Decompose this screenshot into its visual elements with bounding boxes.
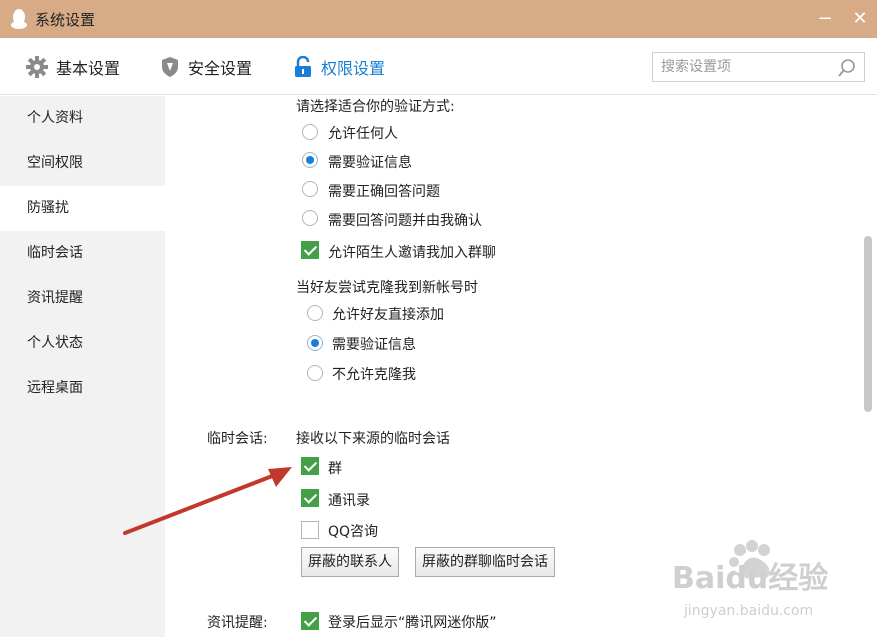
sidebar-item-news[interactable]: 资讯提醒: [0, 276, 165, 321]
qq-penguin-icon: [11, 9, 27, 29]
baidu-watermark-logo: Baidu经验 jingyan.baidu.com: [672, 540, 828, 619]
search-box[interactable]: [652, 52, 865, 82]
blocked-group-chats-button[interactable]: 屏蔽的群聊临时会话: [415, 547, 555, 577]
tab-label: 安全设置: [188, 58, 253, 78]
verification-heading: 请选择适合你的验证方式:: [296, 99, 455, 115]
checkbox-label: 登录后显示“腾讯网迷你版”: [328, 615, 497, 631]
radio-label: 允许好友直接添加: [332, 307, 444, 323]
radio-disallow-clone[interactable]: [307, 365, 323, 381]
radio-clone-verification[interactable]: [307, 335, 323, 351]
radio-correct-answer[interactable]: [302, 181, 318, 197]
radio-need-verification[interactable]: [302, 152, 318, 168]
sidebar-item-status[interactable]: 个人状态: [0, 321, 165, 366]
scrollbar-thumb[interactable]: [864, 236, 872, 412]
checkbox-label: 群: [328, 461, 342, 477]
tab-basic-settings[interactable]: 基本设置: [26, 38, 120, 95]
shield-icon: [162, 56, 178, 77]
search-icon[interactable]: [836, 57, 858, 79]
sidebar-item-space[interactable]: 空间权限: [0, 141, 165, 186]
lock-icon: [295, 55, 311, 77]
radio-label: 需要验证信息: [328, 155, 412, 171]
checkbox-allow-group-invite[interactable]: [301, 241, 319, 259]
sidebar-item-temp-session[interactable]: 临时会话: [0, 231, 165, 276]
annotation-arrow: [123, 467, 292, 535]
clone-heading: 当好友尝试克隆我到新帐号时: [296, 280, 478, 296]
radio-allow-anyone[interactable]: [302, 124, 318, 140]
tab-label: 基本设置: [56, 58, 121, 78]
news-label: 资讯提醒:: [207, 615, 268, 631]
radio-answer-and-confirm[interactable]: [302, 210, 318, 226]
watermark-title: Baidu经验: [672, 561, 828, 596]
radio-label: 不允许克隆我: [332, 367, 416, 383]
radio-label: 允许任何人: [328, 126, 398, 142]
blocked-contacts-button[interactable]: 屏蔽的联系人: [301, 547, 399, 577]
tab-security-settings[interactable]: 安全设置: [160, 38, 252, 95]
sidebar: 个人资料 空间权限 防骚扰 临时会话 资讯提醒 个人状态 远程桌面: [0, 96, 165, 637]
radio-allow-clone[interactable]: [307, 305, 323, 321]
title-bar: 系统设置 − ✕: [0, 0, 877, 38]
checkbox-label: 允许陌生人邀请我加入群聊: [328, 245, 496, 261]
gear-icon: [26, 55, 48, 78]
checkbox-label: 通讯录: [328, 493, 370, 509]
tab-label: 权限设置: [321, 58, 386, 78]
radio-label: 需要验证信息: [332, 337, 416, 353]
tab-permission-settings[interactable]: 权限设置: [293, 38, 385, 95]
checkbox-show-mini-news[interactable]: [301, 612, 319, 630]
checkbox-label: QQ咨询: [328, 524, 379, 540]
window-title: 系统设置: [35, 11, 96, 29]
radio-label: 需要正确回答问题: [328, 184, 440, 200]
minimize-button[interactable]: −: [813, 7, 837, 31]
temp-session-heading: 接收以下来源的临时会话: [296, 431, 450, 447]
sidebar-item-remote-desktop[interactable]: 远程桌面: [0, 366, 165, 411]
sidebar-item-profile[interactable]: 个人资料: [0, 96, 165, 141]
radio-label: 需要回答问题并由我确认: [328, 213, 482, 229]
close-button[interactable]: ✕: [848, 7, 872, 31]
toolbar: 基本设置 安全设置 权限设置: [0, 38, 877, 95]
search-input[interactable]: [661, 57, 831, 77]
temp-session-label: 临时会话:: [207, 431, 268, 447]
watermark-subtitle: jingyan.baidu.com: [683, 603, 813, 619]
sidebar-item-anti-harassment[interactable]: 防骚扰: [0, 186, 165, 231]
